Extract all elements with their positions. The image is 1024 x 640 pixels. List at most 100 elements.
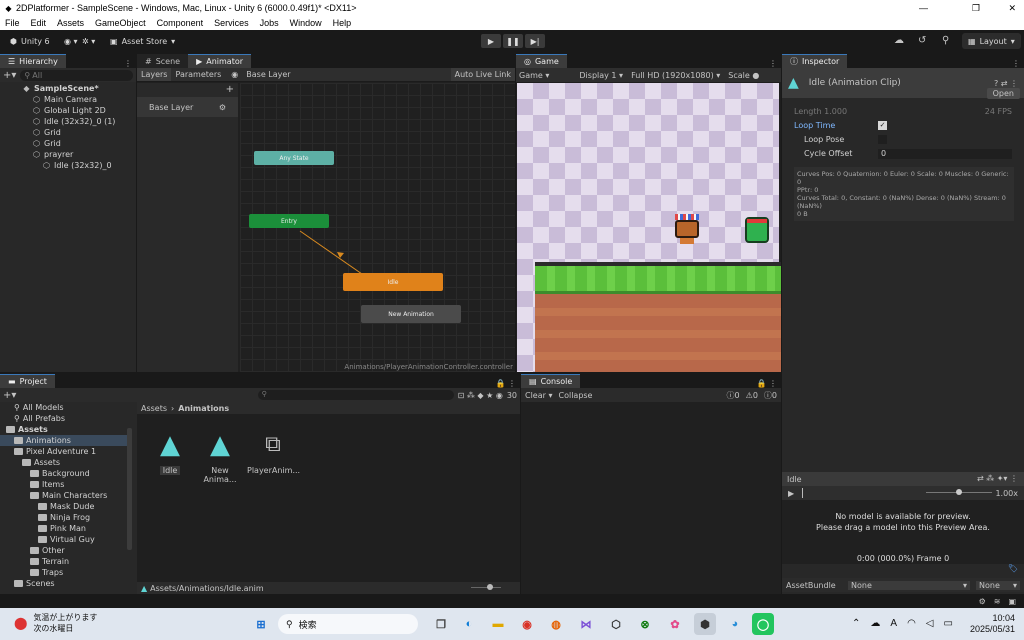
- chrome-icon[interactable]: ◉: [516, 613, 538, 635]
- clear-button[interactable]: Clear ▾: [525, 391, 552, 400]
- network-icon[interactable]: ⚙: [979, 597, 986, 606]
- tab-scene[interactable]: # Scene: [137, 54, 189, 68]
- layers-tab[interactable]: Layers: [137, 68, 172, 81]
- gear-icon[interactable]: ⚙: [219, 103, 226, 112]
- start-button[interactable]: ⊞: [250, 613, 272, 635]
- line-icon[interactable]: ◯: [752, 613, 774, 635]
- xbox-icon[interactable]: ⊗: [634, 613, 656, 635]
- preview-controls-icon[interactable]: ⇄ ⁂ ✦▾ ⋮: [977, 474, 1018, 483]
- hierarchy-item[interactable]: ⬡ Grid: [0, 127, 136, 138]
- step-button[interactable]: ▶|: [525, 34, 545, 48]
- error-count[interactable]: ⓘ0: [727, 390, 740, 401]
- tab-inspector[interactable]: ⓘ Inspector: [782, 54, 848, 68]
- clock[interactable]: 10:04 2025/05/31: [970, 613, 1015, 635]
- cycle-offset-field[interactable]: 0: [878, 148, 1012, 159]
- hierarchy-item[interactable]: ⬡ Idle (32x32)_0: [0, 160, 136, 171]
- project-tree-item[interactable]: Virtual Guy: [0, 534, 132, 545]
- playhead[interactable]: [802, 488, 803, 498]
- project-tree-item[interactable]: Ninja Frog: [0, 512, 132, 523]
- log-count[interactable]: ⓘ0: [764, 390, 777, 401]
- tab-animator[interactable]: ▶ Animator: [188, 54, 252, 68]
- add-asset-button[interactable]: +▾: [3, 390, 16, 401]
- menu-assets[interactable]: Assets: [57, 18, 84, 28]
- unity-account-button[interactable]: ⬢ Unity 6: [4, 33, 56, 49]
- project-tree-item[interactable]: Main Characters: [0, 490, 132, 501]
- minimize-button[interactable]: —: [919, 3, 928, 13]
- asset-idle[interactable]: ▲ Idle: [149, 432, 191, 475]
- project-tree-item[interactable]: Scenes: [0, 578, 132, 589]
- animator-graph[interactable]: Any State Entry Idle New Animation Anima…: [240, 83, 515, 372]
- menu-component[interactable]: Component: [157, 18, 204, 28]
- more-icon[interactable]: ⋮: [769, 59, 777, 68]
- asset-label-icon[interactable]: 🏷: [1008, 564, 1018, 573]
- app-icon[interactable]: ◕: [724, 613, 746, 635]
- asset-store-button[interactable]: ▣ Asset Store ▾: [104, 33, 181, 49]
- tab-project[interactable]: ▬ Project: [0, 374, 55, 388]
- search-icon[interactable]: ⚲: [942, 35, 949, 46]
- menu-gameobject[interactable]: GameObject: [95, 18, 146, 28]
- help-icon[interactable]: ? ⇄ ⋮: [994, 79, 1018, 88]
- entry-node[interactable]: Entry: [249, 214, 329, 228]
- asset-new-animation[interactable]: ▲ New Anima...: [197, 432, 243, 484]
- speed-slider-handle[interactable]: [956, 489, 962, 495]
- resolution-dropdown[interactable]: Full HD (1920x1080) ▾: [631, 71, 720, 80]
- menu-window[interactable]: Window: [290, 18, 322, 28]
- game-view[interactable]: [517, 83, 781, 372]
- breadcrumb-animations[interactable]: Animations: [178, 404, 229, 413]
- project-tree-item[interactable]: Assets: [0, 424, 132, 435]
- lock-more-icon[interactable]: 🔒 ⋮: [756, 379, 777, 388]
- more-icon[interactable]: ⋮: [124, 59, 132, 68]
- hierarchy-item[interactable]: ⬡ prayrer: [0, 149, 136, 160]
- open-button[interactable]: Open: [986, 88, 1020, 99]
- eye-icon[interactable]: ◉: [231, 70, 238, 79]
- game-mode-dropdown[interactable]: Game ▾: [519, 71, 549, 80]
- project-tree-scrollbar[interactable]: [127, 428, 132, 550]
- collapse-button[interactable]: Collapse: [558, 391, 592, 400]
- add-layer-button[interactable]: +: [137, 83, 238, 95]
- project-search-input[interactable]: ⚲: [257, 390, 454, 400]
- chevron-up-icon[interactable]: ⌃: [852, 618, 860, 629]
- preview-area[interactable]: No model is available for preview. Pleas…: [782, 500, 1024, 564]
- battery-icon[interactable]: ▭: [944, 618, 953, 629]
- cloud-icon[interactable]: ☁: [894, 35, 904, 46]
- display-dropdown[interactable]: Display 1 ▾: [579, 71, 623, 80]
- project-tree-item[interactable]: ⚲ All Prefabs: [0, 413, 132, 424]
- warning-count[interactable]: ⚠0: [746, 391, 758, 400]
- any-state-node[interactable]: Any State: [254, 151, 334, 165]
- cloud-settings-icon[interactable]: ✲ ▾: [76, 33, 101, 49]
- menu-file[interactable]: File: [5, 18, 20, 28]
- animator-breadcrumb[interactable]: Base Layer: [246, 70, 290, 79]
- unity-editor-icon[interactable]: ⬢: [694, 613, 716, 635]
- hierarchy-item[interactable]: ⬡ Global Light 2D: [0, 105, 136, 116]
- auto-live-link-button[interactable]: Auto Live Link: [450, 68, 515, 81]
- project-tree-item[interactable]: ⚲ All Models: [0, 402, 132, 413]
- unity-hub-icon[interactable]: ⬡: [605, 613, 627, 635]
- project-tree-item[interactable]: Assets: [0, 457, 132, 468]
- edge-icon[interactable]: ◐: [458, 613, 480, 635]
- project-tree-item[interactable]: Animations: [0, 435, 132, 446]
- project-tree-item[interactable]: Background: [0, 468, 132, 479]
- project-tree-item[interactable]: Pixel Adventure 1: [0, 446, 132, 457]
- menu-services[interactable]: Services: [214, 18, 249, 28]
- project-tree-item[interactable]: Terrain: [0, 556, 132, 567]
- tab-hierarchy[interactable]: ☰ Hierarchy: [0, 54, 66, 68]
- project-tree-item[interactable]: Pink Man: [0, 523, 132, 534]
- icon-size-slider[interactable]: [471, 587, 501, 588]
- filter-icons[interactable]: ⊡ ⁂ ◆ ★ ◉: [458, 391, 503, 400]
- status-icon[interactable]: ▣: [1008, 597, 1016, 606]
- menu-jobs[interactable]: Jobs: [260, 18, 279, 28]
- pause-button[interactable]: ❚❚: [503, 34, 523, 48]
- wifi-icon[interactable]: ◠: [907, 618, 916, 629]
- hierarchy-search-input[interactable]: ⚲ All: [20, 69, 133, 81]
- menu-edit[interactable]: Edit: [31, 18, 47, 28]
- layout-dropdown[interactable]: ▦ Layout ▾: [962, 33, 1021, 49]
- maximize-button[interactable]: ❐: [972, 3, 980, 14]
- asset-bundle-variant-dropdown[interactable]: None ▾: [976, 580, 1020, 590]
- hierarchy-item[interactable]: ⬡ Grid: [0, 138, 136, 149]
- lock-more-icon[interactable]: 🔒 ⋮: [495, 379, 516, 388]
- loop-pose-checkbox[interactable]: [878, 135, 887, 144]
- close-button[interactable]: ✕: [1008, 3, 1016, 14]
- hierarchy-item[interactable]: ⬡ Idle (32x32)_0 (1): [0, 116, 136, 127]
- copilot-icon[interactable]: ✿: [664, 613, 686, 635]
- asset-player-animator[interactable]: ⧉ PlayerAnim...: [247, 432, 300, 475]
